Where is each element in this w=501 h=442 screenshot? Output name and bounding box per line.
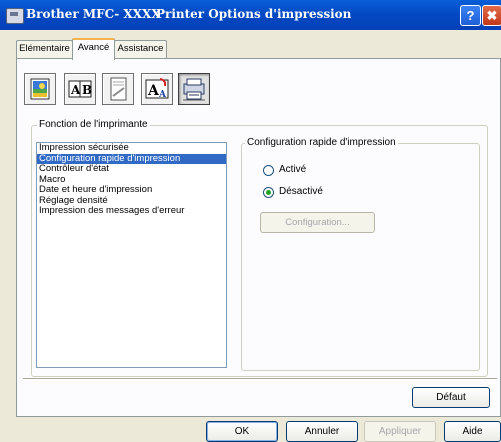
- watermark-button[interactable]: [102, 73, 134, 105]
- tab-assistance[interactable]: Assistance: [114, 40, 167, 58]
- printer-options-button[interactable]: [178, 73, 210, 105]
- svg-text:A: A: [158, 90, 167, 100]
- default-button[interactable]: Défaut: [412, 387, 490, 408]
- list-item[interactable]: Macro: [37, 175, 226, 186]
- duplex-button[interactable]: A B: [64, 73, 96, 105]
- printer-function-title: Fonction de l'imprimante: [37, 119, 150, 130]
- list-item[interactable]: Contrôleur d'état: [37, 164, 226, 175]
- tab-panel-avance: A B A A Fonction de l'imprimante Impress…: [16, 58, 501, 417]
- list-item[interactable]: Configuration rapide d'impression: [37, 153, 226, 164]
- radio-active[interactable]: [263, 165, 274, 176]
- list-item[interactable]: Date et heure d'impression: [37, 185, 226, 196]
- window-product-name: Brother MFC- XXXX: [26, 7, 161, 21]
- close-button[interactable]: ✖: [482, 5, 501, 26]
- cancel-button[interactable]: Annuler: [286, 421, 358, 442]
- title-bar[interactable]: Brother MFC- XXXX Printer Options d'impr…: [0, 0, 501, 30]
- radio-active-label[interactable]: Activé: [279, 164, 306, 175]
- svg-text:B: B: [82, 83, 92, 97]
- tab-avance[interactable]: Avancé: [72, 38, 115, 60]
- configuration-button[interactable]: Configuration...: [260, 212, 375, 233]
- print-quality-button[interactable]: [24, 73, 56, 105]
- list-item[interactable]: Impression sécurisée: [37, 143, 226, 154]
- ok-button[interactable]: OK: [206, 421, 278, 442]
- close-icon: ✖: [486, 8, 498, 23]
- duplex-ab-icon: A B: [68, 80, 92, 98]
- help-button[interactable]: Aide: [444, 421, 501, 442]
- radio-inactive[interactable]: [263, 187, 274, 198]
- printer-function-list[interactable]: Impression sécurisée Configuration rapid…: [36, 142, 227, 368]
- window-title: Printer Options d'impression: [156, 7, 352, 21]
- scaling-button[interactable]: A A: [141, 73, 173, 105]
- help-titlebar-button[interactable]: ?: [460, 5, 481, 26]
- list-item[interactable]: Impression des messages d'erreur: [37, 206, 226, 217]
- list-item[interactable]: Réglage densité: [37, 196, 226, 207]
- printer-options-icon: [183, 78, 205, 101]
- question-icon: ?: [466, 8, 475, 23]
- quick-setup-group: [241, 143, 480, 371]
- apply-button[interactable]: Appliquer: [364, 421, 436, 442]
- watermark-icon: [110, 77, 127, 101]
- scaling-a-icon: A A: [145, 78, 169, 100]
- quality-color-icon: [30, 78, 50, 100]
- divider: [23, 378, 497, 380]
- radio-inactive-label[interactable]: Désactivé: [279, 186, 323, 197]
- tab-elementaire[interactable]: Elémentaire: [16, 40, 73, 58]
- quick-setup-title: Configuration rapide d'impression: [245, 137, 398, 148]
- printer-icon: [6, 8, 24, 24]
- svg-text:A: A: [70, 83, 81, 97]
